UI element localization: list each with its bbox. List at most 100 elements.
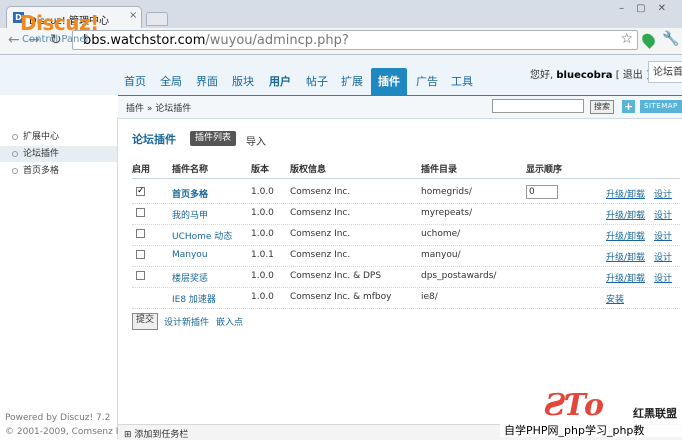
sidebar-item-homegrids[interactable]: 首页多格 [0,163,117,179]
bullet-icon [12,168,18,174]
table-row: 楼层奖惩 1.0.0 Comsenz Inc. & DPS dps_postaward… [132,266,680,288]
table-row: UCHome 动态 1.0.0 Comsenz Inc. uchome/升级/卸载 设计 [132,224,680,246]
plugin-copyright: Comsenz Inc. [290,250,351,260]
plugin-directory: uchome/ [421,229,461,239]
design-link[interactable]: 设计 [654,271,672,284]
address-bar[interactable]: bbs.watchstor.com/wuyou/admincp.php? ☆ [72,30,638,50]
url-text: bbs.watchstor.com/wuyou/admincp.php? [83,33,349,48]
enable-checkbox[interactable] [136,271,145,280]
bullet-icon [12,151,18,157]
upgrade-uninstall-link[interactable]: 升级/卸载 [606,208,645,221]
column-header-name: 插件名称 [172,165,209,175]
design-link[interactable]: 设计 [654,229,672,242]
search-input[interactable] [492,99,584,113]
upgrade-uninstall-link[interactable]: 安装 [606,292,624,305]
discuz-logo[interactable]: Discuz! [20,11,99,35]
column-header-enabled: 启用 [132,165,151,175]
column-header-version: 版本 [251,165,270,175]
embed-points-link[interactable]: 嵌入点 [216,315,243,328]
nav-global[interactable]: 全局 [160,68,182,95]
sidebar: 扩展中心 论坛插件 首页多格 [0,117,118,439]
add-shortcut-button[interactable]: + [622,100,635,113]
plugin-directory: myrepeats/ [421,208,473,218]
sitemap-button[interactable]: SITEMAP [640,100,682,113]
plugin-version: 1.0.0 [251,292,274,302]
plugin-directory: homegrids/ [421,187,472,197]
upgrade-uninstall-link[interactable]: 升级/卸载 [606,271,645,284]
upgrade-uninstall-link[interactable]: 升级/卸载 [606,229,645,242]
bullet-icon [12,134,18,140]
tab-plugin-list[interactable]: 插件列表 [190,131,237,146]
plugin-name[interactable]: 楼层奖惩 [172,271,208,284]
window-controls[interactable]: –▢✕ [619,3,678,14]
plugin-version: 1.0.0 [251,187,274,197]
plugin-name[interactable]: 我的马甲 [172,208,208,221]
tab-close-icon[interactable]: × [129,10,137,21]
sidebar-item-label: 论坛插件 [23,149,60,159]
nav-posts[interactable]: 帖子 [306,68,328,95]
plugin-copyright: Comsenz Inc. [290,187,351,197]
search-button[interactable]: 搜索 [590,100,614,114]
browser-toolbar: ← → ↻ bbs.watchstor.com/wuyou/admincp.ph… [0,28,682,55]
plugin-copyright: Comsenz Inc. & mfboy [290,292,392,302]
nav-users[interactable]: 用户 [269,68,291,95]
sub-bar: 插件 » 论坛插件 搜索 + SITEMAP [118,95,682,119]
sidebar-item-forum-plugins[interactable]: 论坛插件 [0,146,117,162]
enable-checkbox[interactable]: ✓ [136,187,145,196]
plugin-directory: dps_postawards/ [421,271,497,281]
plugin-version: 1.0.1 [251,250,274,260]
plugin-name[interactable]: 首页多格 [172,187,208,200]
bookmark-star-icon[interactable]: ☆ [620,31,633,47]
nav-interface[interactable]: 界面 [196,68,218,95]
upgrade-uninstall-link[interactable]: 升级/卸载 [606,250,645,263]
header-divider [132,178,680,179]
plugin-name[interactable]: Manyou [172,250,208,260]
plugin-name[interactable]: UCHome 动态 [172,229,232,242]
column-header-order: 显示顺序 [526,165,563,175]
enable-checkbox[interactable] [136,250,145,259]
plugin-directory: ie8/ [421,292,438,302]
watermark-caption: 自学PHP网_php学习_php教 [500,419,682,437]
column-header-directory: 插件目录 [421,165,458,175]
plugin-name[interactable]: IE8 加速器 [172,292,216,305]
design-link[interactable]: 设计 [654,187,672,200]
table-row: ✓ 首页多格 1.0.0 Comsenz Inc. homegrids/0 升级/卸载 设计 [132,182,680,204]
submit-button[interactable]: 提交 [132,313,159,330]
plugin-copyright: Comsenz Inc. [290,208,351,218]
sidebar-item-extension-center[interactable]: 扩展中心 [0,129,117,145]
back-arrow-icon[interactable]: ← [8,32,20,48]
table-row: IE8 加速器 1.0.0 Comsenz Inc. & mfboy ie8/安装 [132,287,680,309]
table-row: Manyou 1.0.1 Comsenz Inc. manyou/升级/卸载 设计 [132,245,680,267]
url-host: bbs.watchstor.com [83,33,206,48]
table-row: 我的马甲 1.0.0 Comsenz Inc. myrepeats/升级/卸载 设计 [132,203,680,225]
nav-home[interactable]: 首页 [124,68,146,95]
nav-ads[interactable]: 广告 [416,68,438,95]
display-order-input[interactable]: 0 [526,185,558,199]
column-header-copyright: 版权信息 [290,165,327,175]
wrench-menu-icon[interactable]: 🔧 [662,31,679,47]
nav-plugins[interactable]: 插件 [371,68,407,95]
enable-checkbox[interactable] [136,208,145,217]
url-path: /wuyou/admincp.php? [205,33,349,48]
page-title: 论坛插件 [132,133,176,146]
tab-import[interactable]: 导入 [246,133,266,148]
design-link[interactable]: 设计 [654,250,672,263]
design-new-plugin-link[interactable]: 设计新插件 [164,315,209,328]
copyright: © 2001-2009, Comsenz Inc. [5,427,132,437]
upgrade-uninstall-link[interactable]: 升级/卸载 [606,187,645,200]
logout-link[interactable]: [ 退出 ] [616,70,650,81]
add-to-taskbar-link[interactable]: ⊞ 添加到任务栏 [124,427,188,440]
plugin-version: 1.0.0 [251,229,274,239]
watermark-caption-text: 自学PHP网_php学习_php教 [504,424,645,437]
sidebar-item-label: 首页多格 [23,166,60,176]
design-link[interactable]: 设计 [654,208,672,221]
nav-forums[interactable]: 版块 [232,68,254,95]
quick-nav-select[interactable]: 论坛首页 [648,61,682,83]
enable-checkbox[interactable] [136,229,145,238]
plugin-copyright: Comsenz Inc. & DPS [290,271,382,281]
nav-extensions[interactable]: 扩展 [341,68,363,95]
nav-tools[interactable]: 工具 [451,68,473,95]
sidebar-item-label: 扩展中心 [23,132,60,142]
new-tab-button[interactable] [146,12,168,26]
username: bluecobra [556,70,613,81]
